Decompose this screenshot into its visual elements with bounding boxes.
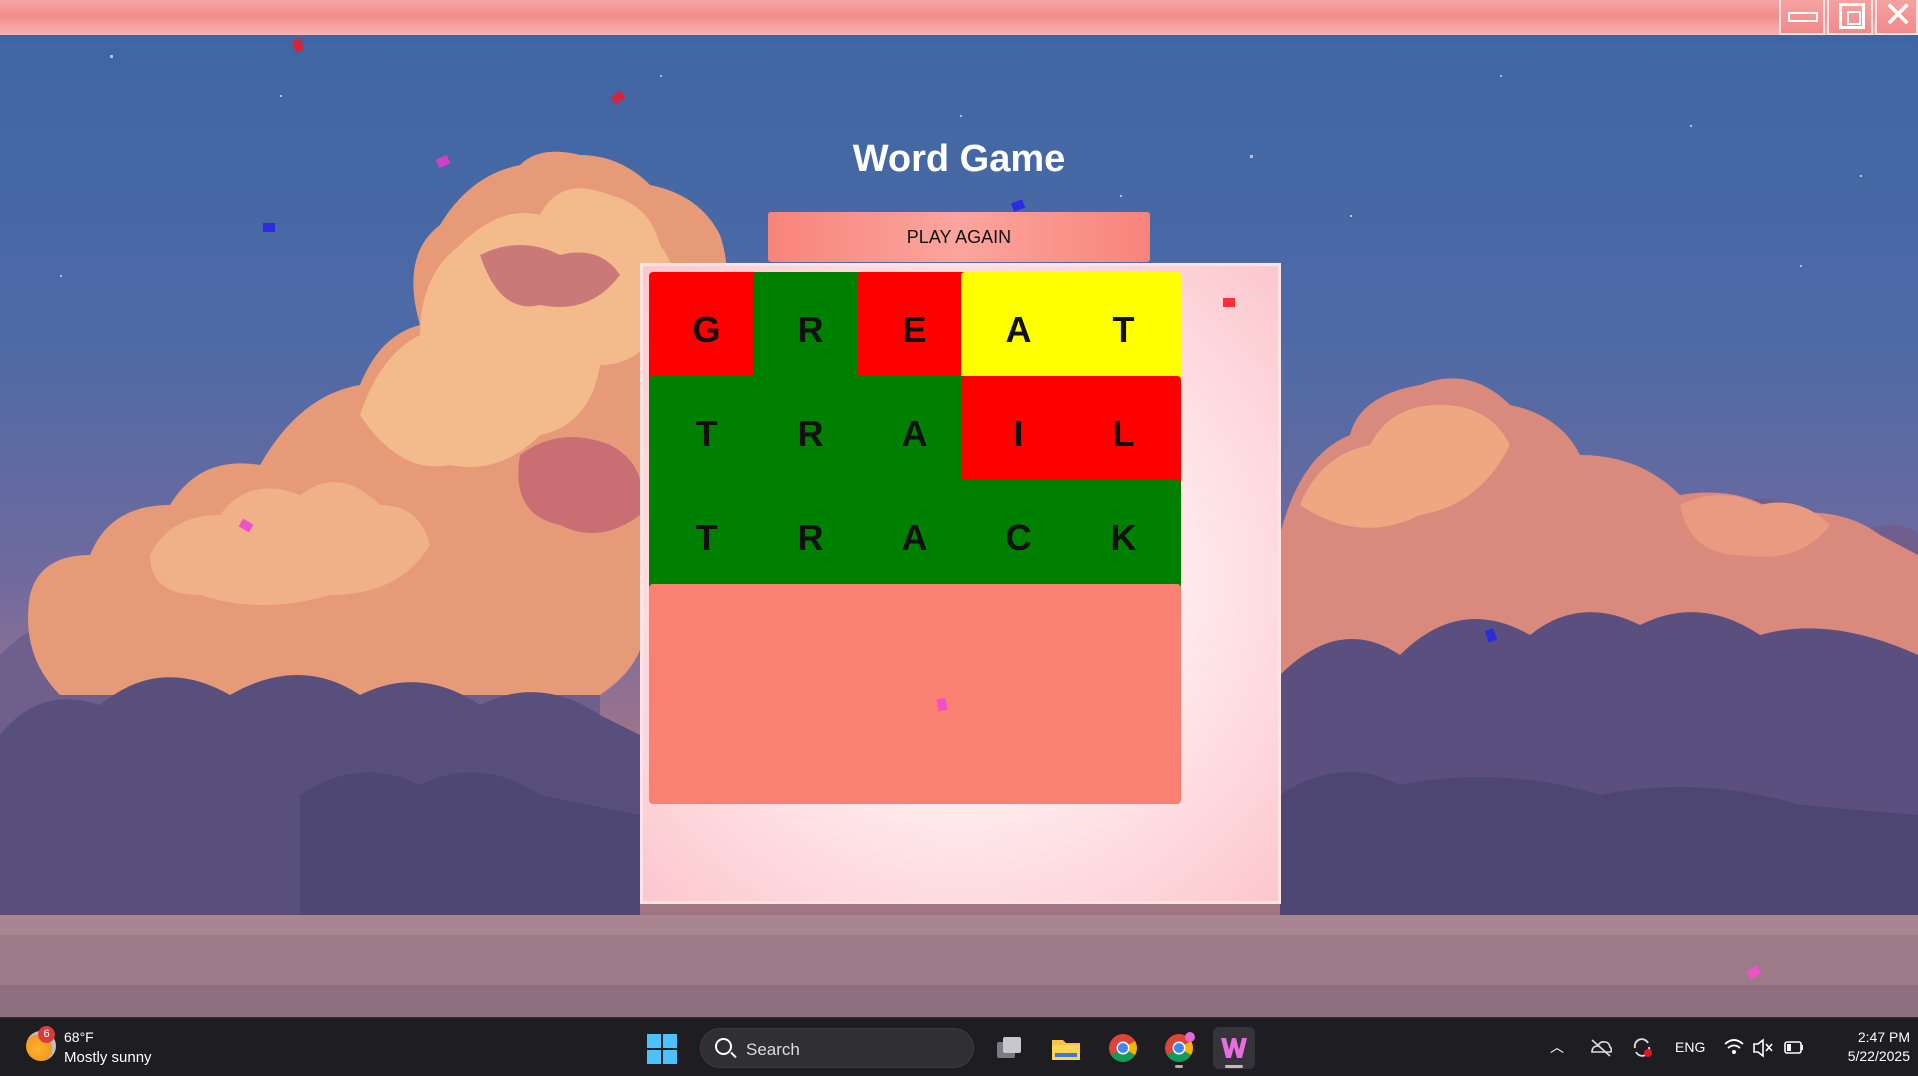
- maximize-button[interactable]: [1827, 0, 1873, 35]
- letter-tile: R: [753, 376, 868, 491]
- letter-tile: L: [1066, 376, 1181, 491]
- taskbar: 6 68°F Mostly sunny Search ︿ ENG 2:47 PM…: [0, 1017, 1918, 1076]
- windows-logo-pane: [663, 1034, 677, 1048]
- letter-tile: T: [649, 376, 764, 491]
- confetti-piece: [1223, 298, 1235, 307]
- letter-tile: [961, 689, 1076, 804]
- letter-tile: I: [961, 376, 1076, 491]
- letter-tile: G: [649, 272, 764, 387]
- game-title: Word Game: [852, 138, 1066, 180]
- windows-logo-pane: [647, 1050, 661, 1064]
- letter-tile: A: [857, 376, 972, 491]
- letter-tile: [1066, 689, 1181, 804]
- taskbar-search[interactable]: Search: [700, 1028, 974, 1068]
- chrome-icon: [1109, 1034, 1137, 1062]
- word-game-app-icon: [1221, 1038, 1247, 1058]
- window-title-bar: ✕: [0, 0, 1918, 35]
- chrome-button[interactable]: [1102, 1027, 1144, 1069]
- running-indicator: [1175, 1065, 1183, 1068]
- letter-tile: [649, 689, 764, 804]
- confetti-piece: [263, 223, 275, 232]
- chrome-profile-icon: [1165, 1032, 1195, 1062]
- minimize-icon: [1788, 12, 1818, 22]
- onedrive-button[interactable]: [1588, 1018, 1613, 1076]
- letter-tile: A: [857, 480, 972, 595]
- letter-tile: C: [961, 480, 1076, 595]
- clock-time: 2:47 PM: [1857, 1029, 1910, 1045]
- battery-icon: [1784, 1041, 1803, 1054]
- sync-button[interactable]: [1630, 1018, 1654, 1076]
- search-label: Search: [746, 1040, 800, 1059]
- letter-tile: [753, 584, 868, 699]
- windows-logo-pane: [663, 1050, 677, 1064]
- letter-tile: R: [753, 272, 868, 387]
- clock-date: 5/22/2025: [1847, 1048, 1910, 1064]
- letter-tile: [857, 689, 972, 804]
- letter-tile: [753, 689, 868, 804]
- minimize-button[interactable]: [1779, 0, 1825, 35]
- file-explorer-icon: [1052, 1040, 1080, 1060]
- battery-button[interactable]: [1783, 1018, 1805, 1076]
- word-game-app-button[interactable]: [1213, 1027, 1255, 1069]
- close-icon: ✕: [1883, 0, 1914, 36]
- wifi-icon: [1724, 1039, 1744, 1054]
- letter-tile: E: [857, 272, 972, 387]
- chrome-profile-button[interactable]: [1158, 1027, 1200, 1069]
- chevron-up-icon: ︿: [1550, 1040, 1564, 1056]
- network-button[interactable]: [1723, 1018, 1745, 1076]
- sync-icon: [1633, 1038, 1652, 1057]
- notification-badge: 6: [38, 1026, 55, 1043]
- maximize-icon: [1839, 3, 1865, 29]
- letter-tile: T: [1066, 272, 1181, 387]
- task-view-icon: [997, 1037, 1021, 1058]
- letter-tile: A: [961, 272, 1076, 387]
- letter-tile: [1066, 584, 1181, 699]
- play-again-button[interactable]: PLAY AGAIN: [768, 212, 1150, 262]
- search-icon: [715, 1038, 732, 1055]
- tray-overflow-button[interactable]: ︿: [1550, 1018, 1570, 1076]
- windows-logo-icon: [647, 1034, 661, 1048]
- letter-tile: [857, 584, 972, 699]
- letter-tile: K: [1066, 480, 1181, 595]
- confetti-piece: [936, 697, 948, 712]
- weather-temperature: 68°F: [64, 1029, 94, 1045]
- letter-tile: T: [649, 480, 764, 595]
- system-clock[interactable]: 2:47 PM 5/22/2025: [1810, 1028, 1910, 1066]
- letter-tile: [649, 584, 764, 699]
- letter-tile: [961, 584, 1076, 699]
- weather-description: Mostly sunny: [64, 1049, 152, 1066]
- volume-muted-icon: [1753, 1038, 1773, 1058]
- file-explorer-button[interactable]: [1045, 1027, 1087, 1069]
- onedrive-offline-icon: [1591, 1039, 1613, 1057]
- language-indicator[interactable]: ENG: [1675, 1018, 1705, 1076]
- start-button[interactable]: [647, 1034, 677, 1064]
- task-view-button[interactable]: [988, 1027, 1030, 1069]
- running-indicator: [1225, 1065, 1243, 1068]
- volume-button[interactable]: [1752, 1018, 1774, 1076]
- game-board: GREATTRAILTRACK: [640, 263, 1281, 904]
- close-button[interactable]: ✕: [1875, 0, 1918, 35]
- letter-tile: R: [753, 480, 868, 595]
